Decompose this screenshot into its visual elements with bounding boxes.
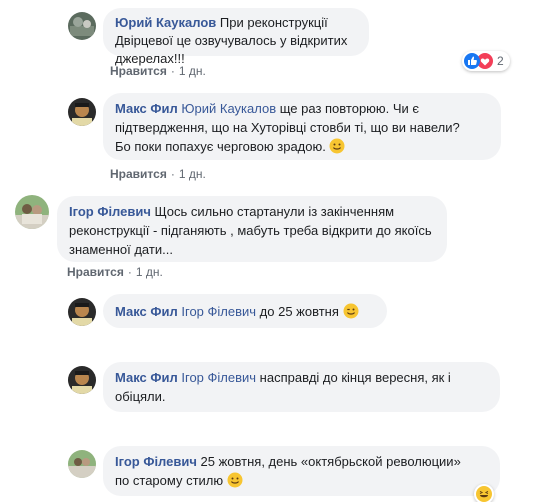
smile-emoji-icon	[227, 472, 243, 488]
comment-text-line: насправді до кінця вересня, як і	[259, 370, 451, 385]
avatar[interactable]	[68, 450, 96, 478]
comment-actions: Нравится · 1 дн.	[110, 64, 206, 78]
timestamp[interactable]: 1 дн.	[179, 64, 206, 78]
like-reaction-icon	[464, 53, 480, 69]
comment-text-line: ще раз повторюю. Чи є	[279, 101, 420, 116]
avatar[interactable]	[15, 195, 49, 229]
mention-link[interactable]: Юрий Каукалов	[181, 101, 276, 116]
timestamp[interactable]: 1 дн.	[179, 167, 206, 181]
like-button[interactable]: Нравится	[110, 64, 167, 78]
comment-author[interactable]: Ігор Філевич	[115, 454, 197, 469]
comment-bubble: Ігор Філевич Щось сильно стартанули із з…	[57, 196, 447, 262]
comment-text: до 25 жовтня	[259, 304, 339, 319]
comment-actions: Нравится · 1 дн.	[110, 167, 206, 181]
wink-emoji-icon	[343, 303, 359, 319]
timestamp[interactable]: 1 дн.	[136, 265, 163, 279]
comment-actions: Нравится · 1 дн.	[67, 265, 163, 279]
mention-link[interactable]: Ігор Філевич	[181, 370, 256, 385]
comment-bubble: Ігор Філевич 25 жовтня, день «октябрьско…	[103, 446, 500, 496]
comment-text-line: Щось сильно стартанули із закінченням	[154, 204, 395, 219]
comment-bubble: Макс Фил Юрий Каукалов ще раз повторюю. …	[103, 93, 501, 160]
comment-author[interactable]: Макс Фил	[115, 101, 178, 116]
reaction-count: 2	[497, 54, 504, 68]
reaction-summary[interactable]: 2	[462, 51, 510, 71]
comment-bubble: Юрий Каукалов При реконструкції Двірцево…	[103, 8, 369, 66]
reaction-summary[interactable]	[474, 484, 494, 502]
comment-text-line: підтвердження, що на Хуторівці стовби ті…	[115, 120, 460, 135]
comment-bubble: Макс Фил Ігор Філевич до 25 жовтня	[103, 294, 387, 328]
haha-reaction-icon	[476, 486, 492, 502]
comment-author[interactable]: Ігор Філевич	[69, 204, 151, 219]
mention-link[interactable]: Ігор Філевич	[181, 304, 256, 319]
avatar[interactable]	[68, 298, 96, 326]
avatar[interactable]	[68, 98, 96, 126]
avatar[interactable]	[68, 12, 96, 40]
like-button[interactable]: Нравится	[110, 167, 167, 181]
comment-author[interactable]: Макс Фил	[115, 304, 178, 319]
comment-text-line: реконструкції - підганяють , мабуть треб…	[69, 223, 432, 238]
smile-emoji-icon	[329, 138, 345, 154]
avatar[interactable]	[68, 366, 96, 394]
comment-author[interactable]: Макс Фил	[115, 370, 178, 385]
comment-text-line: обіцяли.	[115, 389, 166, 404]
comment-text-line: знаменної дати...	[69, 242, 173, 257]
comment-text-line: Бо поки попахує черговою зрадою.	[115, 139, 326, 154]
comment-text-line: по старому стилю	[115, 473, 224, 488]
comment-author[interactable]: Юрий Каукалов	[115, 15, 216, 30]
like-button[interactable]: Нравится	[67, 265, 124, 279]
comment-bubble: Макс Фил Ігор Філевич насправді до кінця…	[103, 362, 500, 412]
comment-text-line: 25 жовтня, день «октябрьской революции»	[200, 454, 461, 469]
